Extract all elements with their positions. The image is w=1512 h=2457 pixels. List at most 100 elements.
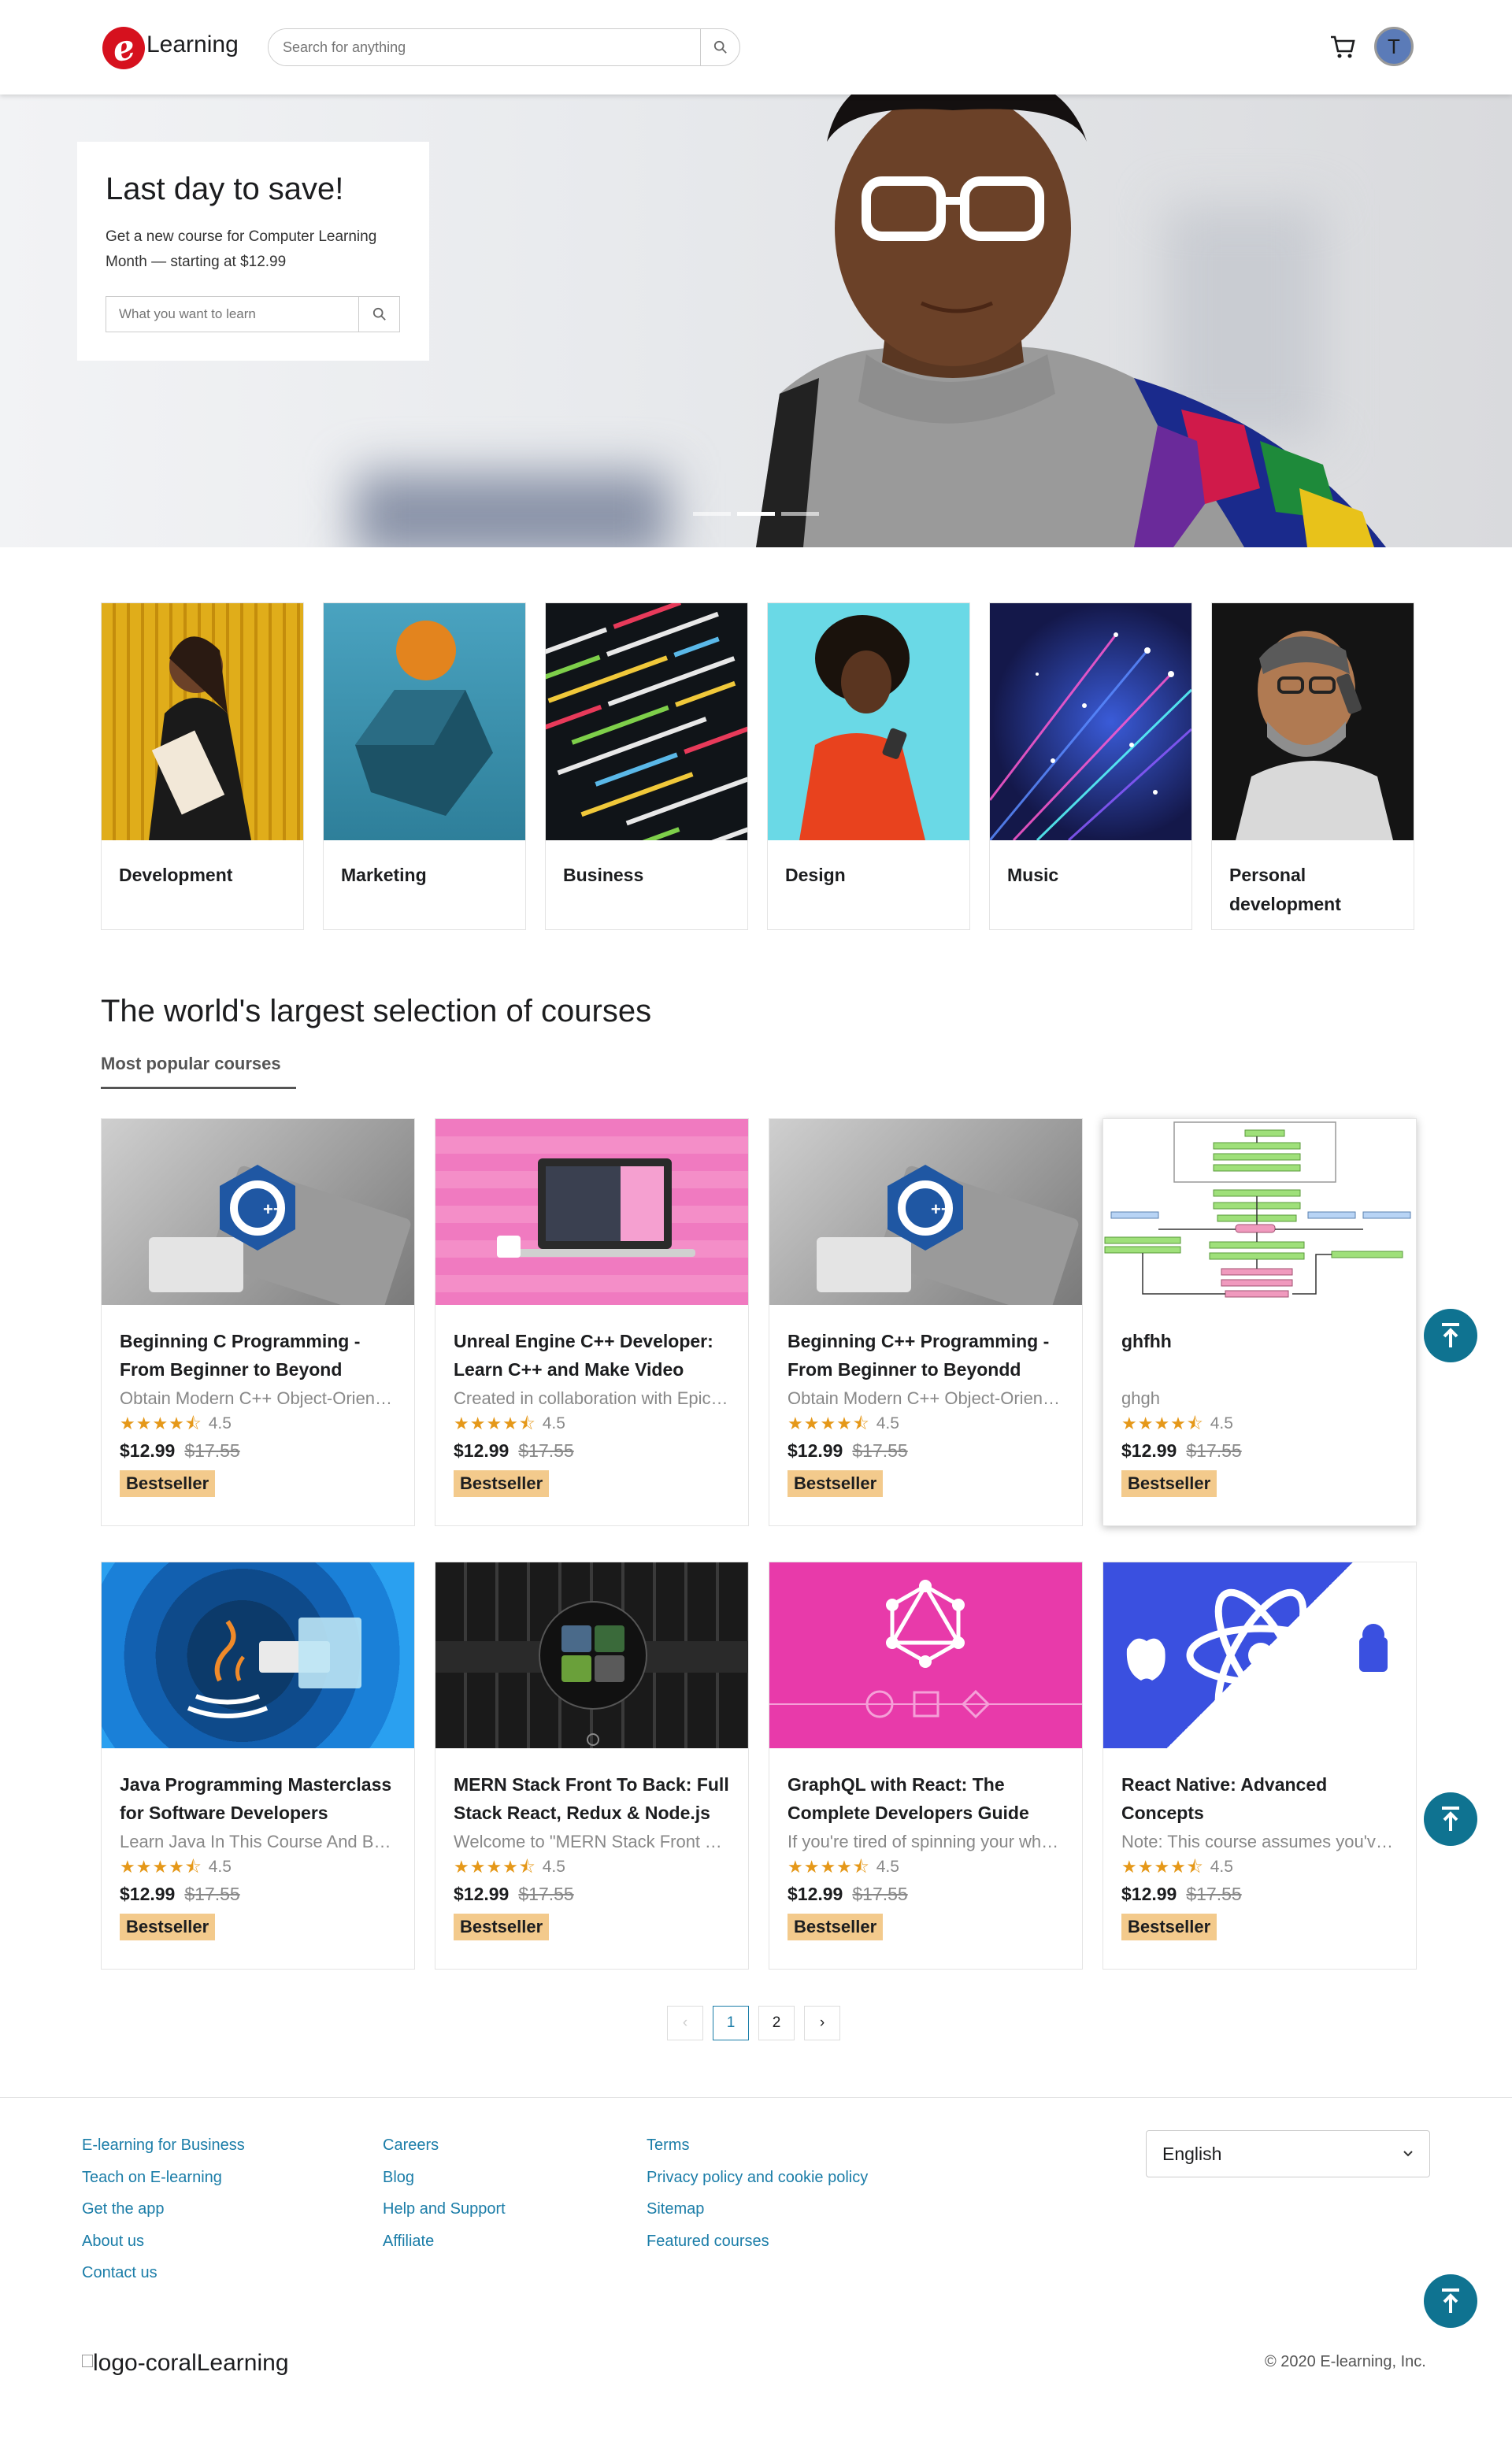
nav-search-bar (268, 28, 740, 66)
course-description: Note: This course assumes you've used Re… (1121, 1832, 1398, 1851)
star-rating-icons: ★★★★⯪ (454, 1857, 536, 1877)
pagination-next-button[interactable]: › (804, 2006, 840, 2040)
footer-column-2: Careers Blog Help and Support Affiliate (383, 2129, 506, 2257)
category-card-development[interactable]: Development (101, 602, 304, 930)
course-card[interactable]: ++ Beginning C Programming - From Beginn… (101, 1118, 415, 1526)
course-title: ghfhh (1121, 1331, 1172, 1351)
course-price: $12.99 $17.55 (788, 1882, 1064, 1906)
course-card[interactable]: Java Programming Masterclass for Softwar… (101, 1562, 415, 1970)
user-avatar[interactable]: T (1374, 27, 1414, 66)
price: $12.99 (788, 1884, 843, 1904)
svg-text:++: ++ (263, 1199, 284, 1219)
bestseller-badge: Bestseller (120, 1470, 216, 1497)
carousel-dot-active[interactable] (737, 512, 775, 516)
course-rating: ★★★★⯪ 4.5 (1121, 1855, 1398, 1879)
footer-link[interactable]: Careers (383, 2129, 506, 2162)
price: $12.99 (454, 1440, 510, 1461)
tab-most-popular[interactable]: Most popular courses (101, 1054, 296, 1089)
course-rating: ★★★★⯪ 4.5 (788, 1412, 1064, 1436)
language-select[interactable]: English (1146, 2130, 1430, 2177)
category-image (990, 603, 1191, 840)
category-card-business[interactable]: Business (545, 602, 748, 930)
course-description: Learn Java In This Course And Become a C… (120, 1832, 396, 1851)
course-card[interactable]: ++ Beginning C++ Programming - From Begi… (769, 1118, 1083, 1526)
category-label: Personal development (1229, 865, 1341, 914)
course-description: If you're tired of spinning your wheels (788, 1832, 1064, 1851)
chevron-down-icon (1403, 2151, 1413, 2157)
category-card-personal-development[interactable]: Personal development (1211, 602, 1414, 930)
footer-link[interactable]: Affiliate (383, 2225, 506, 2258)
price: $12.99 (788, 1440, 843, 1461)
pagination-page-1[interactable]: 1 (713, 2006, 749, 2040)
bestseller-badge: Bestseller (1121, 1914, 1217, 1940)
search-input[interactable] (269, 29, 702, 65)
arrow-up-to-line-icon (1442, 1323, 1459, 1347)
course-rating: ★★★★⯪ 4.5 (454, 1412, 730, 1436)
logo-mark: e (98, 22, 150, 74)
course-price: $12.99 $17.55 (120, 1439, 396, 1462)
bestseller-badge: Bestseller (454, 1470, 550, 1497)
broken-image-icon (82, 2355, 93, 2367)
rating-value: 4.5 (1210, 1414, 1233, 1432)
language-selected: English (1162, 2143, 1222, 2164)
footer-link[interactable]: Contact us (82, 2257, 245, 2289)
footer-link[interactable]: E-learning for Business (82, 2129, 245, 2162)
course-price: $12.99 $17.55 (454, 1439, 730, 1462)
bestseller-badge: Bestseller (788, 1470, 884, 1497)
course-description: Obtain Modern C++ Object-Oriented Progra… (120, 1388, 396, 1408)
course-card[interactable]: ghfhh ghgh ★★★★⯪ 4.5 $12.99 $17.55 Bestsel… (1102, 1118, 1417, 1526)
scroll-to-top-button[interactable] (1424, 1792, 1477, 1846)
footer-link[interactable]: Privacy policy and cookie policy (647, 2162, 868, 2194)
bestseller-badge: Bestseller (120, 1914, 216, 1940)
logo[interactable]: e Learning (98, 22, 239, 74)
pagination-page-2[interactable]: 2 (758, 2006, 795, 2040)
cart-button[interactable] (1329, 35, 1356, 64)
course-card[interactable]: Unreal Engine C++ Developer: Learn C++ a… (435, 1118, 749, 1526)
arrow-up-to-line-icon (1442, 1807, 1459, 1831)
course-price: $12.99 $17.55 (1121, 1882, 1398, 1906)
course-rating: ★★★★⯪ 4.5 (454, 1855, 730, 1879)
copyright: © 2020 E-learning, Inc. (1265, 2353, 1426, 2370)
hero-search-input[interactable] (106, 297, 358, 332)
category-image (546, 603, 747, 840)
course-grid: ++ Beginning C Programming - From Beginn… (101, 1118, 1417, 1970)
course-thumbnail (1103, 1119, 1416, 1305)
category-image (102, 603, 303, 840)
carousel-dot[interactable] (693, 512, 731, 516)
pagination-prev-button[interactable]: ‹ (667, 2006, 703, 2040)
hero-search-button[interactable] (358, 297, 399, 332)
pagination: ‹ 1 2 › (667, 2006, 840, 2040)
star-rating-icons: ★★★★⯪ (1121, 1857, 1204, 1877)
course-thumbnail (102, 1562, 414, 1748)
course-description: Created in collaboration with Epic Games (454, 1388, 730, 1408)
rating-value: 4.5 (876, 1414, 899, 1432)
course-title: Java Programming Masterclass for Softwar… (120, 1774, 392, 1823)
footer-link[interactable]: About us (82, 2225, 245, 2258)
category-label: Marketing (341, 865, 427, 885)
footer-link[interactable]: Help and Support (383, 2193, 506, 2225)
scroll-to-top-button[interactable] (1424, 1309, 1477, 1362)
footer-link[interactable]: Sitemap (647, 2193, 868, 2225)
carousel-dot[interactable] (781, 512, 819, 516)
footer-link[interactable]: Blog (383, 2162, 506, 2194)
category-image (1212, 603, 1414, 840)
search-button[interactable] (700, 29, 739, 65)
course-card[interactable]: React Native: Advanced Concepts Note: Th… (1102, 1562, 1417, 1970)
footer-logo[interactable]: logo-coralLearning (82, 2350, 289, 2377)
category-card-music[interactable]: Music (989, 602, 1192, 930)
course-card[interactable]: MERN Stack Front To Back: Full Stack Rea… (435, 1562, 749, 1970)
old-price: $17.55 (852, 1440, 908, 1461)
category-card-marketing[interactable]: Marketing (323, 602, 526, 930)
category-card-design[interactable]: Design (767, 602, 970, 930)
course-card[interactable]: GraphQL with React: The Complete Develop… (769, 1562, 1083, 1970)
hero-promo-card: Last day to save! Get a new course for C… (77, 142, 429, 361)
rating-value: 4.5 (208, 1414, 232, 1432)
footer-link[interactable]: Featured courses (647, 2225, 868, 2258)
footer-link[interactable]: Get the app (82, 2193, 245, 2225)
section-title: The world's largest selection of courses (101, 994, 652, 1028)
course-thumbnail (435, 1562, 748, 1748)
course-title: React Native: Advanced Concepts (1121, 1774, 1328, 1823)
footer-link[interactable]: Terms (647, 2129, 868, 2162)
scroll-to-top-button[interactable] (1424, 2274, 1477, 2328)
footer-link[interactable]: Teach on E-learning (82, 2162, 245, 2194)
